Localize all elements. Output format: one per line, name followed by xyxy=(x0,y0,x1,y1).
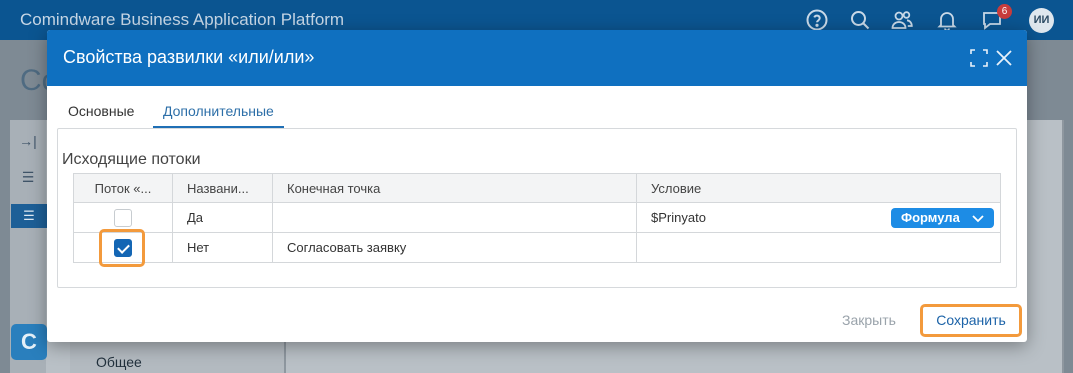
endpoint-cell[interactable]: Согласовать заявку xyxy=(272,232,637,263)
column-header-condition[interactable]: Условие xyxy=(636,173,1001,203)
save-button[interactable]: Сохранить xyxy=(920,304,1022,337)
app-title: Comindware Business Application Platform xyxy=(20,10,345,29)
help-icon[interactable] xyxy=(805,8,829,32)
dialog-title: Свойства развилки «или/или» xyxy=(63,47,315,67)
column-header-endpoint[interactable]: Конечная точка xyxy=(272,173,637,203)
nav-item-general[interactable]: Общее xyxy=(96,354,142,370)
background-divider xyxy=(1062,120,1064,373)
default-flow-checkbox[interactable] xyxy=(114,208,132,227)
notification-badge: 6 xyxy=(997,4,1012,19)
avatar[interactable]: ИИ xyxy=(1029,8,1054,33)
formula-label: Формула xyxy=(901,210,960,225)
menu-icon[interactable]: ☰ xyxy=(11,204,47,228)
flow-cell xyxy=(73,202,173,233)
dialog-header: Свойства развилки «или/или» xyxy=(47,30,1027,86)
tab-advanced[interactable]: Дополнительные xyxy=(153,98,284,128)
condition-cell[interactable] xyxy=(636,232,1001,263)
collapse-icon[interactable]: →| xyxy=(18,131,38,151)
search-icon[interactable] xyxy=(848,8,872,32)
gateway-properties-dialog: Свойства развилки «или/или» Основные Доп… xyxy=(47,30,1027,342)
column-header-flow[interactable]: Поток «... xyxy=(73,173,173,203)
chevron-down-icon xyxy=(972,215,984,223)
name-cell[interactable]: Да xyxy=(172,202,273,233)
users-icon[interactable] xyxy=(890,8,914,32)
list-icon[interactable]: ☰ xyxy=(18,167,38,187)
condition-expression: $Prinyato xyxy=(651,210,706,225)
column-header-name[interactable]: Названи... xyxy=(172,173,273,203)
app-logo[interactable]: C xyxy=(11,324,47,360)
table-row[interactable]: Нет Согласовать заявку xyxy=(73,232,1001,263)
table-row[interactable]: Да $Prinyato Формула xyxy=(73,202,1001,233)
section-title: Исходящие потоки xyxy=(62,151,201,168)
name-cell[interactable]: Нет xyxy=(172,232,273,263)
default-flow-checkbox-checked[interactable] xyxy=(114,238,132,257)
tab-basic[interactable]: Основные xyxy=(68,98,134,128)
outgoing-flows-table: Поток «... Названи... Конечная точка Усл… xyxy=(73,173,1001,263)
maximize-icon[interactable] xyxy=(969,48,989,68)
table-header-row: Поток «... Названи... Конечная точка Усл… xyxy=(73,173,1001,203)
bell-icon[interactable] xyxy=(935,8,959,32)
formula-dropdown-button[interactable]: Формула xyxy=(891,208,994,228)
close-button[interactable]: Закрыть xyxy=(842,312,896,328)
endpoint-cell[interactable] xyxy=(272,202,637,233)
close-icon[interactable] xyxy=(994,48,1014,68)
flow-cell xyxy=(73,232,173,263)
condition-cell[interactable]: $Prinyato Формула xyxy=(636,202,1001,233)
